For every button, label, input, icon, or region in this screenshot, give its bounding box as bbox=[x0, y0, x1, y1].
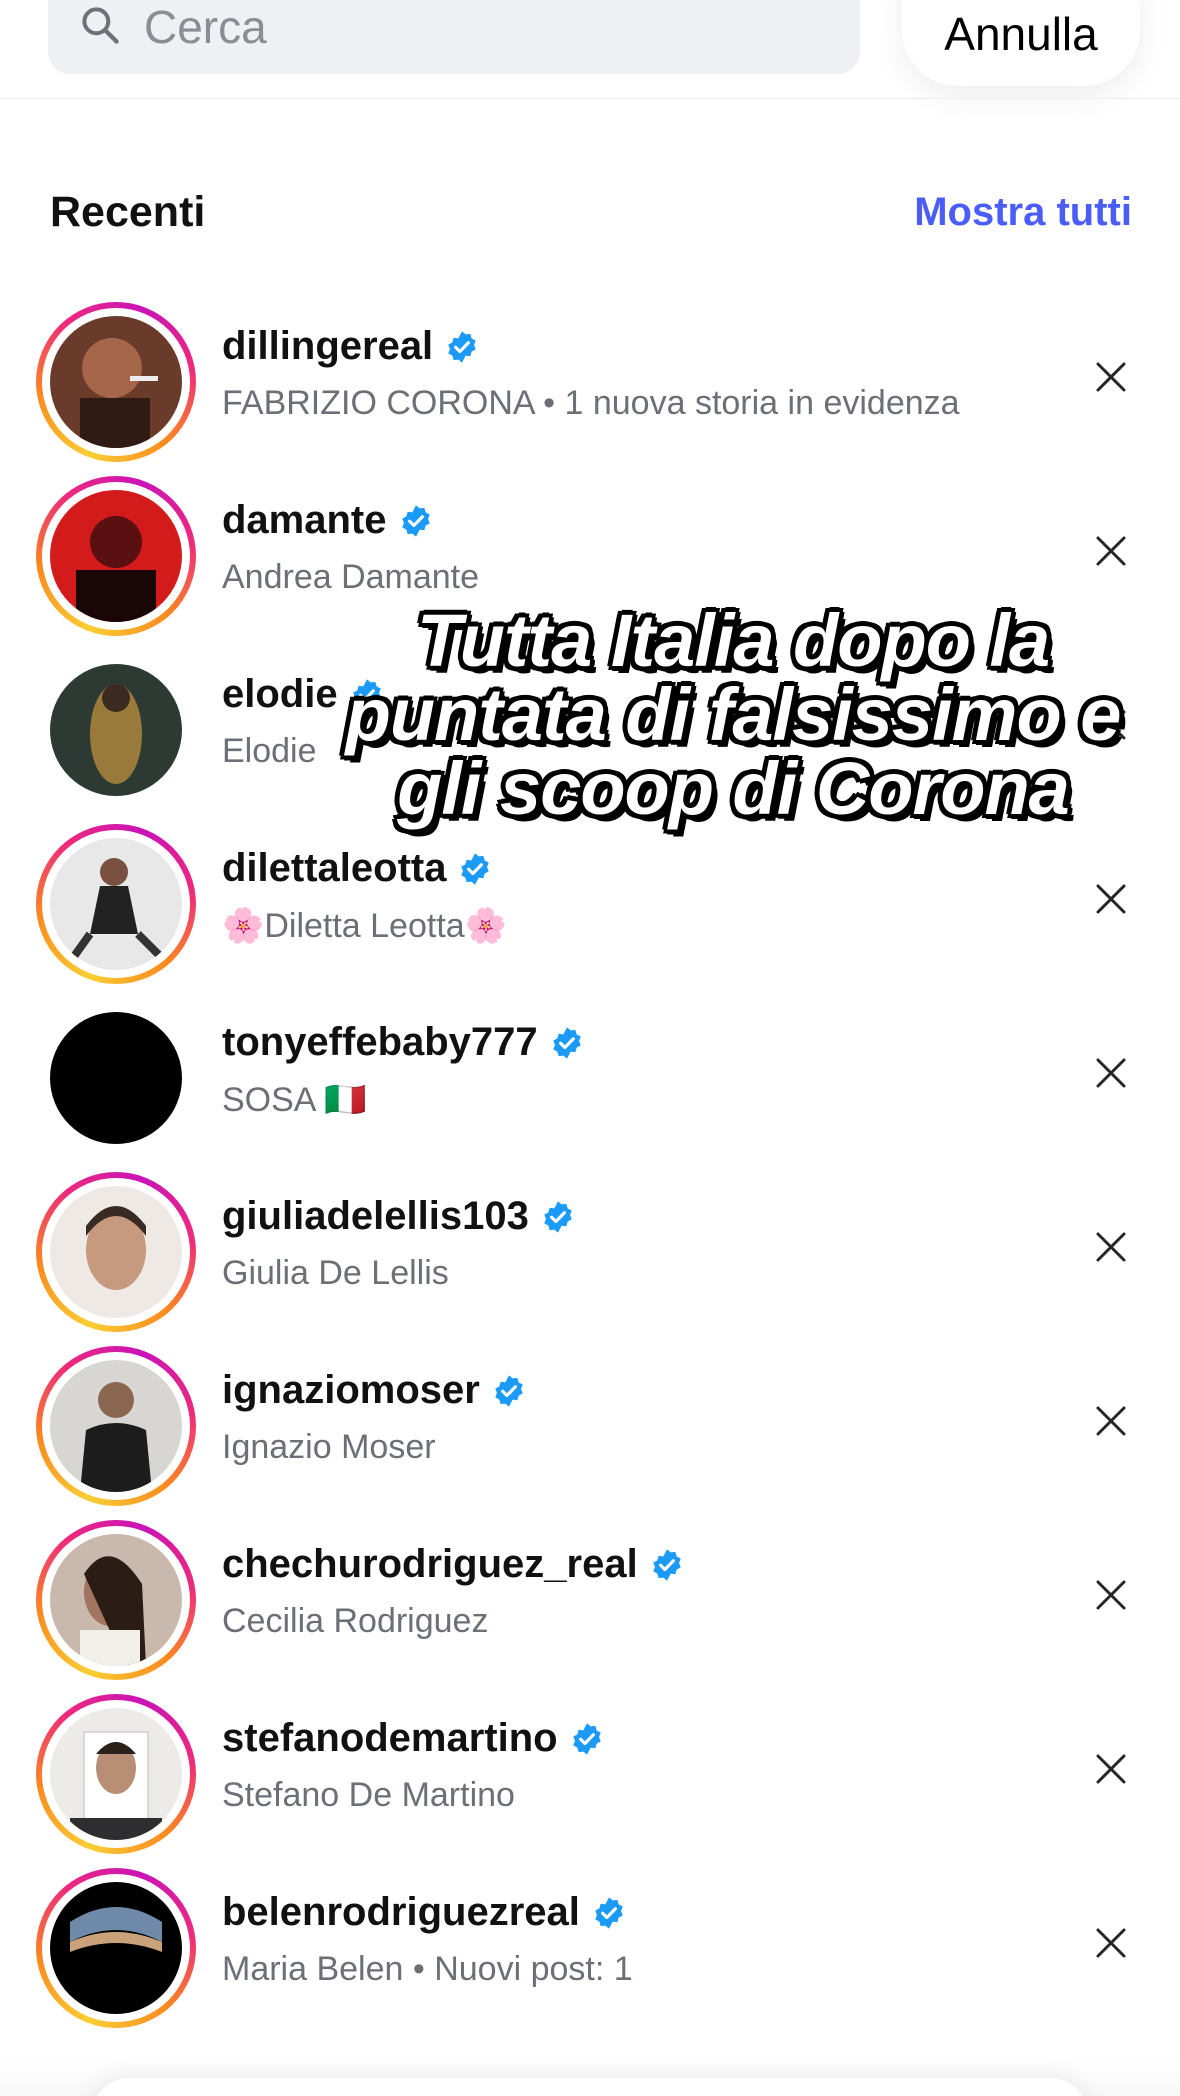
list-item[interactable]: chechurodriguez_real Cecilia Rodriguez bbox=[0, 1506, 1180, 1680]
full-name: 🌸Diletta Leotta🌸 bbox=[222, 907, 508, 945]
verified-badge-icon bbox=[552, 1026, 581, 1059]
close-icon[interactable] bbox=[1086, 352, 1136, 402]
search-icon bbox=[82, 7, 119, 44]
close-icon[interactable] bbox=[1086, 1744, 1136, 1794]
verified-badge-icon bbox=[572, 1722, 601, 1755]
list-item[interactable]: belenrodriguezreal Maria Belen • Nuovi p… bbox=[0, 1854, 1180, 2028]
section-title: Recenti bbox=[50, 188, 206, 236]
avatar bbox=[50, 1360, 182, 1492]
full-name: Cecilia Rodriguez bbox=[222, 1602, 489, 1640]
verified-badge-icon bbox=[544, 1200, 572, 1233]
full-name: SOSA 🇮🇹 bbox=[222, 1081, 367, 1119]
avatar bbox=[50, 1186, 182, 1318]
list-item[interactable]: stefanodemartino Stefano De Martino bbox=[0, 1680, 1180, 1854]
avatar bbox=[50, 838, 182, 970]
verified-badge-icon bbox=[461, 852, 490, 885]
full-name: Andrea Damante bbox=[222, 558, 480, 596]
search-placeholder: Cerca bbox=[144, 1, 267, 53]
full-name: Giulia De Lellis bbox=[222, 1254, 449, 1292]
header-divider bbox=[0, 98, 1180, 99]
close-icon[interactable] bbox=[1086, 1048, 1136, 1098]
story-ring[interactable] bbox=[36, 1868, 196, 2028]
story-ring[interactable] bbox=[36, 302, 196, 462]
avatar-frame[interactable] bbox=[36, 650, 196, 810]
close-icon[interactable] bbox=[1086, 1918, 1136, 1968]
verified-badge-icon bbox=[401, 504, 430, 537]
close-icon[interactable] bbox=[1086, 1570, 1136, 1620]
list-item[interactable]: giuliadelellis103 Giulia De Lellis bbox=[0, 1158, 1180, 1332]
cancel-button[interactable]: Annulla bbox=[902, 0, 1140, 86]
close-icon[interactable] bbox=[1086, 1396, 1136, 1446]
avatar bbox=[50, 1708, 182, 1840]
overlay-caption: Tutta Italia dopo la puntata di falsissi… bbox=[318, 604, 1148, 826]
username: ignaziomoser bbox=[222, 1368, 526, 1413]
recent-header: Recenti Mostra tutti bbox=[50, 182, 1132, 242]
avatar-frame[interactable] bbox=[36, 998, 196, 1158]
username: giuliadelellis103 bbox=[222, 1194, 575, 1239]
story-ring[interactable] bbox=[36, 1694, 196, 1854]
full-name: Elodie bbox=[222, 732, 317, 770]
full-name: Ignazio Moser bbox=[222, 1428, 436, 1466]
caption-line: Tutta Italia dopo la bbox=[416, 599, 1050, 682]
username: stefanodemartino bbox=[222, 1716, 604, 1761]
verified-badge-icon bbox=[652, 1548, 681, 1581]
username: tonyeffebaby777 bbox=[222, 1020, 584, 1065]
close-icon[interactable] bbox=[1086, 874, 1136, 924]
avatar bbox=[50, 1882, 182, 2014]
username: damante bbox=[222, 498, 433, 543]
story-ring[interactable] bbox=[36, 1172, 196, 1332]
story-ring[interactable] bbox=[36, 476, 196, 636]
list-item[interactable]: dillingereal FABRIZIO CORONA • 1 nuova s… bbox=[0, 288, 1180, 462]
verified-badge-icon bbox=[495, 1374, 523, 1407]
story-ring[interactable] bbox=[36, 1346, 196, 1506]
list-item[interactable]: ignaziomoser Ignazio Moser bbox=[0, 1332, 1180, 1506]
username: dillingereal bbox=[222, 324, 479, 369]
full-name: Stefano De Martino bbox=[222, 1776, 515, 1814]
story-ring[interactable] bbox=[36, 1520, 196, 1680]
show-all-button[interactable]: Mostra tutti bbox=[914, 190, 1132, 235]
full-name: Maria Belen • Nuovi post: 1 bbox=[222, 1950, 633, 1988]
bottom-sheet-edge bbox=[90, 2078, 1090, 2096]
list-item[interactable]: dilettaleotta 🌸Diletta Leotta🌸 bbox=[0, 810, 1180, 984]
avatar bbox=[50, 316, 182, 448]
verified-badge-icon bbox=[595, 1896, 623, 1929]
caption-line: gli scoop di Corona bbox=[397, 747, 1070, 830]
list-item[interactable]: tonyeffebaby777 SOSA 🇮🇹 bbox=[0, 984, 1180, 1158]
search-input[interactable]: Cerca bbox=[48, 0, 860, 74]
full-name: FABRIZIO CORONA • 1 nuova storia in evid… bbox=[222, 384, 960, 422]
close-icon[interactable] bbox=[1086, 526, 1136, 576]
username: dilettaleotta bbox=[222, 846, 492, 891]
username: chechurodriguez_real bbox=[222, 1542, 684, 1587]
avatar bbox=[50, 490, 182, 622]
caption-line: puntata di falsissimo e bbox=[345, 673, 1122, 756]
username: belenrodriguezreal bbox=[222, 1890, 626, 1935]
story-ring[interactable] bbox=[36, 824, 196, 984]
avatar bbox=[50, 1012, 182, 1144]
close-icon[interactable] bbox=[1086, 1222, 1136, 1272]
avatar bbox=[50, 1534, 182, 1666]
avatar bbox=[50, 664, 182, 796]
verified-badge-icon bbox=[448, 330, 476, 363]
